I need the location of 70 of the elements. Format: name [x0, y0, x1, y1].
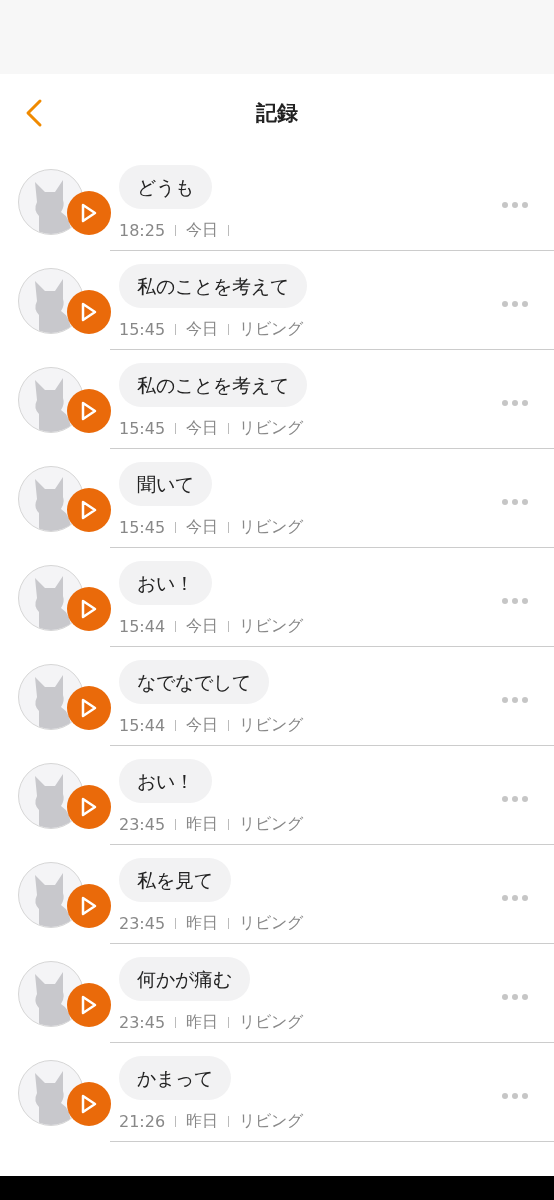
play-button[interactable]: [67, 884, 111, 928]
message-bubble: 聞いて: [119, 462, 212, 506]
record-place: リビング: [239, 912, 304, 934]
record-day: 今日: [186, 615, 219, 637]
record-time: 23:45: [119, 814, 166, 834]
record-place: リビング: [239, 417, 304, 439]
more-icon[interactable]: [502, 301, 528, 307]
more-icon[interactable]: [502, 202, 528, 208]
record-day: 昨日: [186, 1011, 219, 1033]
play-button[interactable]: [67, 785, 111, 829]
message-bubble: 私を見て: [119, 858, 231, 902]
play-button[interactable]: [67, 983, 111, 1027]
record-time: 15:45: [119, 517, 166, 537]
play-icon: [80, 797, 98, 817]
record-day: 昨日: [186, 813, 219, 835]
record-time: 15:45: [119, 319, 166, 339]
record-time: 23:45: [119, 913, 166, 933]
play-icon: [80, 698, 98, 718]
play-icon: [80, 1094, 98, 1114]
message-bubble: 私のことを考えて: [119, 264, 307, 308]
play-button[interactable]: [67, 290, 111, 334]
more-icon[interactable]: [502, 796, 528, 802]
record-place: リビング: [239, 516, 304, 538]
record-day: 今日: [186, 417, 219, 439]
more-icon[interactable]: [502, 895, 528, 901]
play-icon: [80, 599, 98, 619]
more-icon[interactable]: [502, 499, 528, 505]
play-icon: [80, 896, 98, 916]
message-bubble: なでなでして: [119, 660, 269, 704]
more-icon[interactable]: [502, 598, 528, 604]
message-bubble: 何かが痛む: [119, 957, 250, 1001]
record-time: 23:45: [119, 1012, 166, 1032]
record-place: リビング: [239, 318, 304, 340]
message-bubble: どうも: [119, 165, 212, 209]
message-bubble: かまって: [119, 1056, 231, 1100]
record-place: リビング: [239, 615, 304, 637]
message-bubble: おい！: [119, 561, 212, 605]
record-day: 昨日: [186, 912, 219, 934]
record-time: 21:26: [119, 1111, 166, 1131]
more-icon[interactable]: [502, 697, 528, 703]
play-icon: [80, 995, 98, 1015]
record-time: 15:44: [119, 616, 166, 636]
record-day: 今日: [186, 516, 219, 538]
more-icon[interactable]: [502, 994, 528, 1000]
play-button[interactable]: [67, 1082, 111, 1126]
play-button[interactable]: [67, 488, 111, 532]
message-bubble: 私のことを考えて: [119, 363, 307, 407]
play-button[interactable]: [67, 389, 111, 433]
record-time: 18:25: [119, 220, 166, 240]
play-icon: [80, 500, 98, 520]
play-icon: [80, 302, 98, 322]
record-day: 昨日: [186, 1110, 219, 1132]
record-time: 15:45: [119, 418, 166, 438]
record-place: リビング: [239, 1110, 304, 1132]
play-icon: [80, 203, 98, 223]
play-button[interactable]: [67, 587, 111, 631]
play-icon: [80, 401, 98, 421]
play-button[interactable]: [67, 686, 111, 730]
record-place: リビング: [239, 714, 304, 736]
record-day: 今日: [186, 219, 219, 241]
more-icon[interactable]: [502, 1093, 528, 1099]
record-day: 今日: [186, 714, 219, 736]
play-button[interactable]: [67, 191, 111, 235]
more-icon[interactable]: [502, 400, 528, 406]
record-day: 今日: [186, 318, 219, 340]
message-bubble: おい！: [119, 759, 212, 803]
page-title: 記録: [256, 100, 298, 127]
record-place: リビング: [239, 1011, 304, 1033]
record-place: リビング: [239, 813, 304, 835]
record-time: 15:44: [119, 715, 166, 735]
